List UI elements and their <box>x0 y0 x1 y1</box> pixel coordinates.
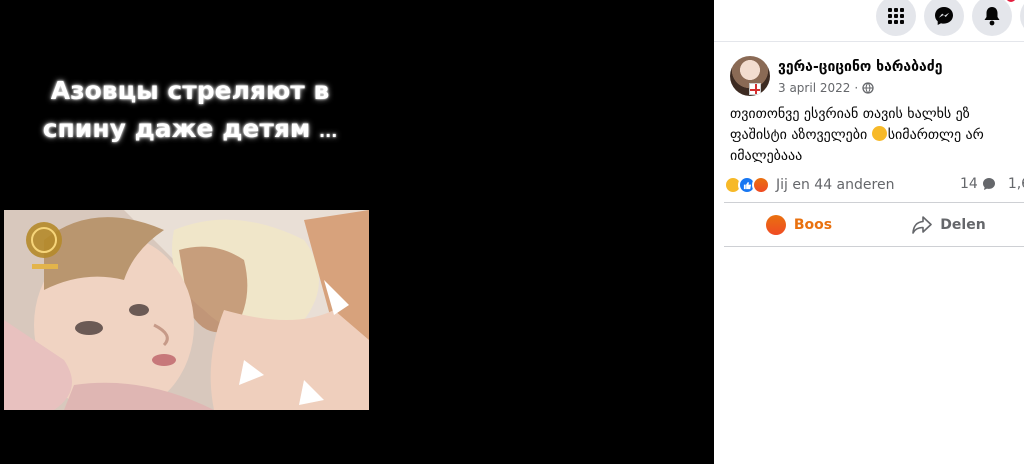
author-avatar[interactable] <box>730 56 770 96</box>
comments-count[interactable]: 14 <box>960 176 978 192</box>
share-button[interactable]: Delen <box>874 206 1024 244</box>
angry-reaction-button[interactable]: Boos <box>724 206 874 244</box>
video-frame-photo[interactable] <box>4 210 369 410</box>
grinning-sweat-emoji-icon <box>871 126 887 141</box>
video-caption: Азовцы стреляют в спину даже детям ... <box>40 72 340 151</box>
account-button[interactable] <box>1020 0 1024 36</box>
media-viewer[interactable]: Азовцы стреляют в спину даже детям ... <box>0 0 714 464</box>
comment-bubble-icon <box>982 178 995 190</box>
photo-illustration <box>4 210 369 410</box>
meta-separator: · <box>854 81 859 95</box>
boos-label: Boos <box>793 217 833 233</box>
notifications-button[interactable] <box>972 0 1018 36</box>
caption-line-2: спину даже детям <box>42 114 311 143</box>
post-side-panel: ვერა-ციცინო ხარაბაძე 3 april 2022 · თვით… <box>714 0 1024 464</box>
notifications-bell-icon <box>984 7 1000 26</box>
shares-count[interactable]: 1,6 <box>1008 176 1024 192</box>
caption-line-1: Азовцы стреляют в <box>50 76 330 105</box>
post-meta: 3 april 2022 · <box>778 81 874 95</box>
actions-divider-bottom <box>724 246 1024 247</box>
globe-icon[interactable] <box>862 82 874 94</box>
share-arrow-icon <box>912 216 933 234</box>
engagement-counts: 14 1,6 <box>960 176 1024 192</box>
top-navigation-bar <box>714 0 1024 42</box>
angry-face-icon <box>765 215 786 235</box>
share-label: Delen <box>940 217 986 233</box>
author-name[interactable]: ვერა-ციცინო ხარაბაძე <box>778 59 943 75</box>
reactions-text[interactable]: Jij en 44 anderen <box>776 177 894 193</box>
caption-ellipsis: ... <box>319 122 338 141</box>
apps-grid-icon <box>888 8 904 24</box>
notification-badge <box>1004 0 1018 4</box>
messenger-icon <box>935 7 953 25</box>
apps-menu-button[interactable] <box>876 0 916 36</box>
messenger-button[interactable] <box>924 0 964 36</box>
actions-divider-top <box>724 202 1024 203</box>
post-actions: Boos Delen <box>724 206 1024 244</box>
post-text: თვითონვე ესვრიან თავის ხალხს ეზ ფაშისტი … <box>730 104 1024 167</box>
georgia-flag-icon <box>749 83 761 95</box>
post-date[interactable]: 3 april 2022 <box>778 81 850 95</box>
post-header: ვერა-ციცინო ხარაბაძე 3 april 2022 · <box>730 56 1020 100</box>
angry-reaction-icon <box>752 176 770 194</box>
